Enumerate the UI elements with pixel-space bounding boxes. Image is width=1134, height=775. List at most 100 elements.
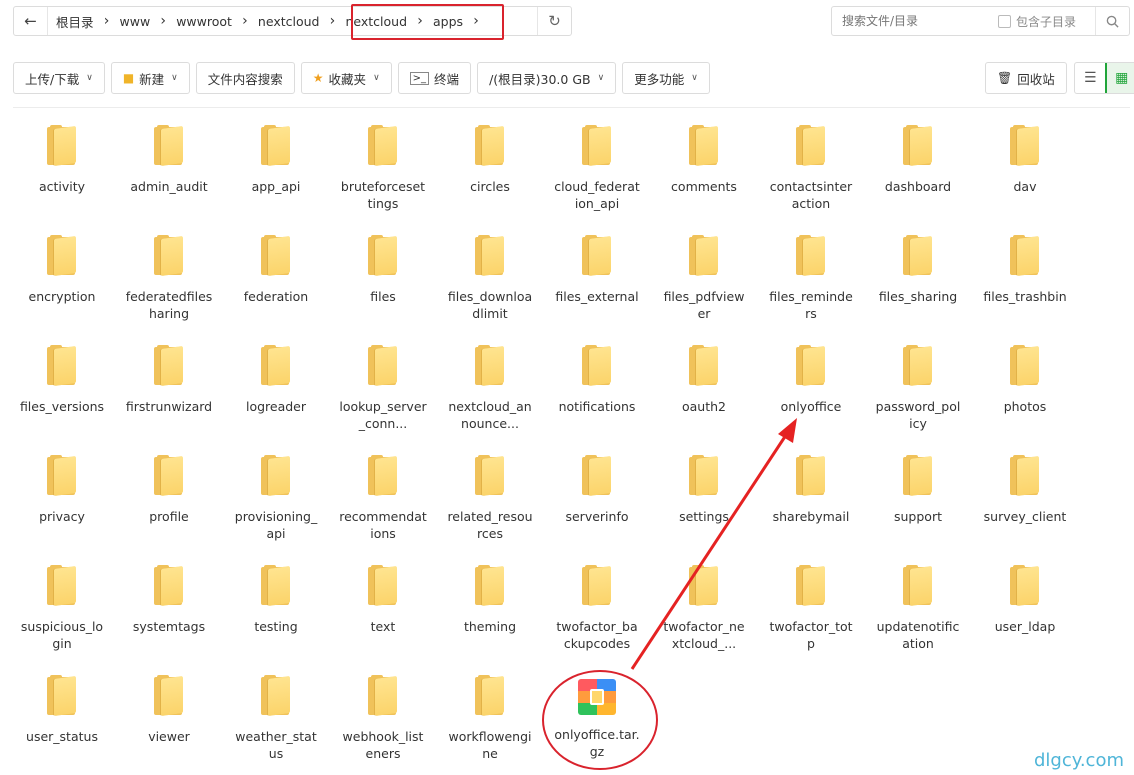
folder-item[interactable]: cloud_federation_api: [547, 125, 647, 212]
folder-item[interactable]: notifications: [547, 345, 647, 415]
folder-item[interactable]: user_ldap: [975, 565, 1075, 635]
folder-item[interactable]: viewer: [119, 675, 219, 745]
new-button[interactable]: ■ 新建 ∨: [110, 62, 190, 94]
folder-item[interactable]: admin_audit: [119, 125, 219, 195]
folder-item[interactable]: provisioning_api: [226, 455, 326, 542]
folder-item[interactable]: sharebymail: [761, 455, 861, 525]
folder-item[interactable]: settings: [654, 455, 754, 525]
folder-item[interactable]: contactsinteraction: [761, 125, 861, 212]
list-view-button[interactable]: ☰: [1075, 63, 1106, 93]
recycle-bin-button[interactable]: 🗑 回收站: [985, 62, 1067, 94]
content-search-button[interactable]: 文件内容搜索: [195, 62, 295, 94]
refresh-button[interactable]: ↻: [537, 7, 571, 35]
folder-item[interactable]: workflowengine: [440, 675, 540, 762]
folder-item[interactable]: nextcloud_announce...: [440, 345, 540, 432]
chevron-down-icon: ∨: [691, 73, 698, 83]
folder-item[interactable]: oauth2: [654, 345, 754, 415]
file-name: user_ldap: [994, 619, 1056, 634]
folder-item[interactable]: files_external: [547, 235, 647, 305]
folder-item[interactable]: activity: [12, 125, 112, 195]
breadcrumb: 根目录 › www › wwwroot › nextcloud › nextcl…: [48, 7, 481, 35]
grid-view-button[interactable]: ▦: [1104, 63, 1134, 93]
crumb-root[interactable]: 根目录: [48, 7, 102, 35]
folder-item[interactable]: suspicious_login: [12, 565, 112, 652]
folder-icon: [689, 345, 719, 387]
folder-item[interactable]: twofactor_backupcodes: [547, 565, 647, 652]
folder-item[interactable]: privacy: [12, 455, 112, 525]
file-name: theming: [463, 619, 517, 634]
file-name: contactsinteraction: [769, 179, 853, 211]
file-name: notifications: [558, 399, 636, 414]
folder-item[interactable]: files: [333, 235, 433, 305]
folder-item[interactable]: firstrunwizard: [119, 345, 219, 415]
folder-item[interactable]: federatedfilesharing: [119, 235, 219, 322]
folder-item[interactable]: serverinfo: [547, 455, 647, 525]
folder-item[interactable]: files_versions: [12, 345, 112, 415]
watermark: dlgcy.com: [1034, 750, 1124, 771]
upload-download-button[interactable]: 上传/下载 ∨: [13, 62, 105, 94]
folder-item[interactable]: password_policy: [868, 345, 968, 432]
search-input[interactable]: [832, 14, 992, 28]
folder-item[interactable]: related_resources: [440, 455, 540, 542]
folder-item[interactable]: comments: [654, 125, 754, 195]
file-name: suspicious_login: [20, 619, 104, 651]
folder-item[interactable]: updatenotification: [868, 565, 968, 652]
favorites-button[interactable]: ★ 收藏夹 ∨: [300, 62, 392, 94]
folder-item[interactable]: dashboard: [868, 125, 968, 195]
folder-item[interactable]: theming: [440, 565, 540, 635]
file-name: photos: [1003, 399, 1047, 414]
back-button[interactable]: ←: [14, 7, 48, 35]
folder-item[interactable]: app_api: [226, 125, 326, 195]
folder-item[interactable]: federation: [226, 235, 326, 305]
file-name: text: [370, 619, 396, 634]
folder-item[interactable]: systemtags: [119, 565, 219, 635]
folder-item[interactable]: lookup_server_conn...: [333, 345, 433, 432]
folder-item[interactable]: support: [868, 455, 968, 525]
file-name: files_external: [555, 289, 639, 304]
checkbox-box[interactable]: [998, 14, 1011, 28]
folder-icon: [1010, 345, 1040, 387]
file-name: federation: [243, 289, 309, 304]
include-subdirs-checkbox[interactable]: 包含子目录: [998, 13, 1076, 30]
folder-item[interactable]: twofactor_totp: [761, 565, 861, 652]
crumb-nextcloud[interactable]: nextcloud: [250, 7, 328, 35]
folder-item[interactable]: bruteforcesettings: [333, 125, 433, 212]
search-button[interactable]: [1095, 7, 1129, 35]
folder-item[interactable]: files_pdfviewer: [654, 235, 754, 322]
folder-item[interactable]: profile: [119, 455, 219, 525]
folder-item[interactable]: files_trashbin: [975, 235, 1075, 305]
folder-item[interactable]: dav: [975, 125, 1075, 195]
folder-item[interactable]: text: [333, 565, 433, 635]
folder-item[interactable]: circles: [440, 125, 540, 195]
folder-item[interactable]: user_status: [12, 675, 112, 745]
disk-button[interactable]: /(根目录)30.0 GB ∨: [477, 62, 617, 94]
folder-item[interactable]: twofactor_nextcloud_...: [654, 565, 754, 652]
crumb-wwwroot[interactable]: wwwroot: [168, 7, 240, 35]
folder-item[interactable]: files_downloadlimit: [440, 235, 540, 322]
folder-icon: [154, 675, 184, 717]
folder-item[interactable]: webhook_listeners: [333, 675, 433, 762]
terminal-button[interactable]: >_ 终端: [397, 62, 472, 94]
file-name: encryption: [28, 289, 96, 304]
crumb-apps[interactable]: apps: [425, 7, 471, 35]
folder-item[interactable]: files_sharing: [868, 235, 968, 305]
folder-item[interactable]: testing: [226, 565, 326, 635]
folder-item[interactable]: survey_client: [975, 455, 1075, 525]
folder-item[interactable]: files_reminders: [761, 235, 861, 322]
folder-item[interactable]: logreader: [226, 345, 326, 415]
chevron-right-icon: ›: [103, 13, 110, 29]
folder-item[interactable]: weather_status: [226, 675, 326, 762]
folder-item[interactable]: onlyoffice: [761, 345, 861, 415]
folder-icon: [903, 235, 933, 277]
crumb-www[interactable]: www: [112, 7, 159, 35]
folder-icon: [475, 675, 505, 717]
crumb-nextcloud-2[interactable]: nextcloud: [337, 7, 415, 35]
file-name: files: [370, 289, 396, 304]
folder-item[interactable]: recommendations: [333, 455, 433, 542]
more-features-button[interactable]: 更多功能 ∨: [622, 62, 710, 94]
archive-item[interactable]: onlyoffice.tar.gz: [547, 675, 647, 760]
folder-item[interactable]: encryption: [12, 235, 112, 305]
folder-icon: [475, 235, 505, 277]
folder-item[interactable]: photos: [975, 345, 1075, 415]
folder-icon: [368, 565, 398, 607]
